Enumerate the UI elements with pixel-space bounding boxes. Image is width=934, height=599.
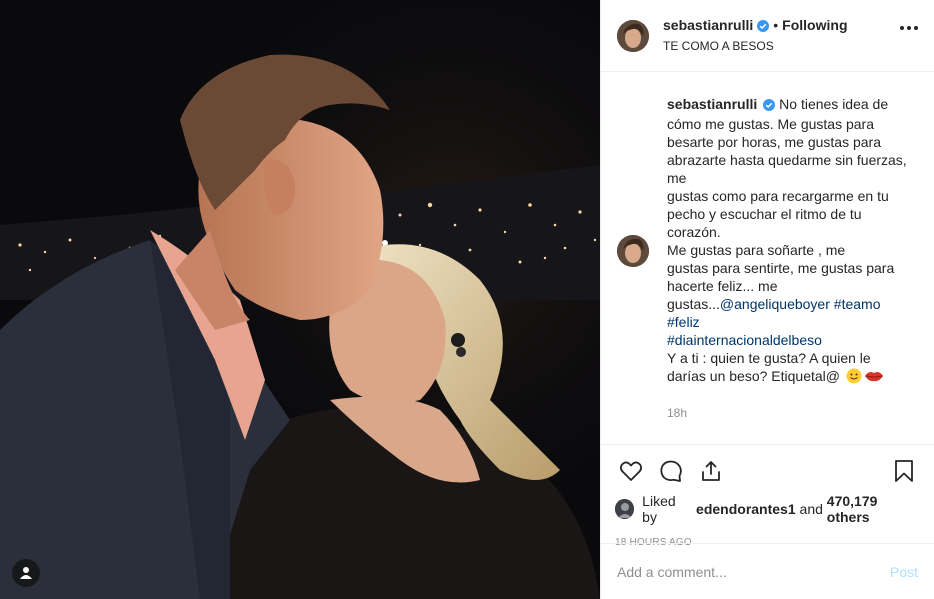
caption-line: me	[667, 170, 687, 186]
caption-line: besarte por horas, me gustas para	[667, 134, 882, 150]
post-actions: Liked by edendorantes1 and 470,179 other…	[601, 444, 934, 548]
caption-line: cómo me gustas. Me gustas para	[667, 116, 874, 132]
following-button[interactable]: Following	[782, 17, 847, 33]
bookmark-icon	[895, 460, 913, 482]
lips-emoji-icon	[864, 368, 884, 388]
caption-time: 18h	[667, 406, 688, 420]
comment-button[interactable]	[655, 455, 687, 487]
photo-kiss-scene	[0, 0, 600, 599]
liker-avatar	[615, 499, 635, 519]
likes-summary[interactable]: Liked by edendorantes1 and 470,179 other…	[615, 493, 920, 525]
caption-line: No tienes idea de	[779, 96, 889, 112]
share-icon	[702, 461, 720, 481]
caption-username[interactable]: sebastianrulli	[667, 96, 757, 112]
save-button[interactable]	[888, 455, 920, 487]
smile-emoji-icon	[846, 368, 862, 388]
post-photo[interactable]	[0, 0, 600, 599]
heart-icon	[619, 461, 643, 481]
caption-line: corazón.	[667, 224, 721, 240]
caption-line: gustas para sentirte, me gustas para	[667, 260, 895, 276]
caption-text: sebastianrulli No tienes idea de cómo me…	[667, 95, 918, 422]
likes-count[interactable]: 470,179 others	[827, 493, 920, 525]
caption-line: pecho y escuchar el ritmo de tu	[667, 206, 862, 222]
add-comment-bar: Post	[601, 543, 934, 599]
post-location[interactable]: TE COMO A BESOS	[663, 38, 848, 55]
hashtag-link[interactable]: #teamo	[834, 296, 881, 312]
verified-badge-icon	[757, 19, 770, 36]
avatar-image	[617, 19, 649, 52]
caption-line: darías un beso? Etiquetal@	[667, 368, 840, 384]
caption-line: gustas...	[667, 296, 720, 312]
likes-middle: and	[799, 501, 823, 517]
more-options-icon[interactable]	[900, 26, 918, 30]
likes-prefix: Liked by	[642, 493, 676, 525]
caption-line: hacerte feliz... me	[667, 278, 778, 294]
post-comment-button[interactable]: Post	[890, 564, 918, 580]
caption-line: gustas como para recargarme en tu	[667, 188, 889, 204]
caption-line: Me gustas para soñarte , me	[667, 242, 846, 258]
post-modal: sebastianrulli • Following TE COMO A BESOS	[0, 0, 934, 599]
hashtag-link[interactable]: #feliz	[667, 314, 700, 330]
like-button[interactable]	[615, 455, 647, 487]
comments-area[interactable]: sebastianrulli No tienes idea de cómo me…	[601, 73, 934, 443]
post-side-panel: sebastianrulli • Following TE COMO A BESOS	[600, 0, 934, 599]
liker-username[interactable]: edendorantes1	[696, 501, 796, 517]
user-tag-icon	[20, 567, 32, 579]
caption-line: abrazarte hasta quedarme sin fuerzas,	[667, 152, 907, 168]
comment-input[interactable]	[617, 563, 890, 580]
verified-badge-icon	[763, 97, 776, 115]
caption-comment: sebastianrulli No tienes idea de cómo me…	[617, 95, 918, 422]
author-avatar[interactable]	[617, 19, 649, 52]
mention-link[interactable]: @angeliqueboyer	[720, 296, 830, 312]
caption-line: Y a ti : quien te gusta? A quien le	[667, 350, 871, 366]
avatar-image	[617, 235, 649, 267]
header-separator: •	[773, 16, 779, 33]
caption-author-avatar[interactable]	[617, 235, 649, 267]
post-header: sebastianrulli • Following TE COMO A BESOS	[601, 0, 934, 72]
author-username[interactable]: sebastianrulli	[663, 17, 753, 33]
comment-icon	[660, 460, 682, 482]
share-button[interactable]	[695, 455, 727, 487]
hashtag-link[interactable]: #diainternacionaldelbeso	[667, 332, 822, 348]
user-tag-button[interactable]	[12, 559, 40, 587]
